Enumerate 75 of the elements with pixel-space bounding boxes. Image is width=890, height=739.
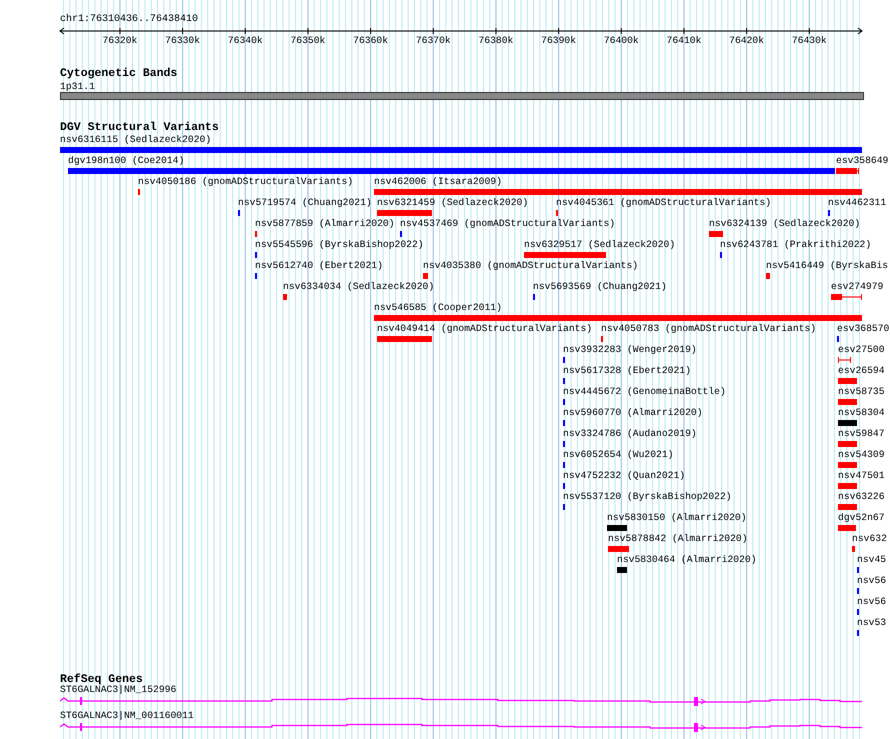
feature-bar[interactable] bbox=[836, 168, 859, 174]
track-title: RefSeq Genes bbox=[60, 673, 143, 686]
feature-label: nsv5830464 (Almarri2020) bbox=[617, 554, 757, 565]
feature-bar[interactable] bbox=[831, 294, 862, 300]
feature-label: nsv59847 bbox=[838, 428, 885, 439]
feature-label: nsv5877859 (Almarri2020) bbox=[255, 218, 395, 229]
feature-label: nsv6329517 (Sedlazeck2020) bbox=[524, 239, 676, 250]
feature-label: nsv4045361 (gnomADStructuralVariants) bbox=[556, 197, 772, 208]
feature-label: esv368570 bbox=[837, 323, 890, 334]
track-title: DGV Structural Variants bbox=[60, 121, 219, 134]
feature-label: nsv6334034 (Sedlazeck2020) bbox=[283, 281, 434, 292]
feature-label: nsv63226 bbox=[838, 491, 885, 502]
feature-label: nsv6243781 (Prakrithi2022) bbox=[720, 239, 872, 250]
feature-label: nsv4050783 (gnomADStructuralVariants) bbox=[601, 323, 816, 334]
feature-label: nsv53 bbox=[857, 617, 886, 628]
feature-label: nsv45 bbox=[857, 554, 886, 565]
feature-label: nsv4050186 (gnomADStructuralVariants) bbox=[138, 176, 354, 187]
feature-label: nsv5960770 (Almarri2020) bbox=[563, 407, 703, 418]
gene-model-drawing[interactable] bbox=[60, 694, 862, 706]
track-title: Cytogenetic Bands bbox=[60, 67, 178, 80]
gene-model-drawing[interactable] bbox=[60, 720, 862, 732]
feature-label: nsv4445672 (GenomeinaBottle) bbox=[563, 386, 726, 397]
feature-label: nsv47501 bbox=[838, 470, 885, 481]
feature-label: nsv5878842 (Almarri2020) bbox=[608, 533, 748, 544]
feature-label: nsv4049414 (gnomADStructuralVariants) bbox=[377, 323, 592, 334]
feature-label: dgv52n67 bbox=[838, 512, 885, 523]
tick-label: 76340k bbox=[226, 35, 264, 46]
tick-label: 76400k bbox=[602, 35, 640, 46]
feature-label: nsv56 bbox=[857, 596, 886, 607]
feature-label: nsv632 bbox=[852, 533, 887, 544]
feature-label: nsv5617328 (Ebert2021) bbox=[563, 365, 691, 376]
feature-label: nsv5612740 (Ebert2021) bbox=[255, 260, 383, 271]
feature-label: nsv5416449 (ByrskaBis bbox=[766, 260, 888, 271]
chromosome-band[interactable] bbox=[60, 92, 864, 100]
feature-label: nsv56 bbox=[857, 575, 886, 586]
band-label: 1p31.1 bbox=[60, 81, 95, 92]
tick-label: 76350k bbox=[289, 35, 326, 46]
feature-label: nsv58735 bbox=[838, 386, 885, 397]
feature-label: nsv6324139 (Sedlazeck2020) bbox=[709, 218, 860, 229]
feature-label: nsv5693569 (Chuang2021) bbox=[533, 281, 667, 292]
feature-label: nsv58304 bbox=[838, 407, 885, 418]
tick-label: 76330k bbox=[164, 35, 202, 46]
feature-label: nsv5719574 (Chuang2021) bbox=[238, 197, 372, 208]
feature-label: esv358649 bbox=[836, 155, 888, 166]
gene-label: ST6GALNAC3|NM_001160011 bbox=[60, 710, 194, 721]
tick-label: 76370k bbox=[414, 35, 452, 46]
feature-label: nsv5830150 (Almarri2020) bbox=[607, 512, 747, 523]
feature-label: dgv198n100 (Coe2014) bbox=[68, 155, 184, 166]
tick-label: 76320k bbox=[101, 35, 138, 46]
tick-label: 76360k bbox=[352, 35, 390, 46]
feature-label: nsv546585 (Cooper2011) bbox=[374, 302, 502, 313]
location-label: chr1:76310436..76438410 bbox=[60, 14, 198, 26]
gene-label: ST6GALNAC3|NM_152996 bbox=[60, 684, 176, 695]
tick-label: 76430k bbox=[790, 35, 828, 46]
feature-label: nsv4752232 (Quan2021) bbox=[563, 470, 686, 481]
feature-label: nsv4462311 bbox=[828, 197, 886, 208]
feature-bar[interactable] bbox=[838, 357, 851, 363]
feature-label: nsv3932283 (Wenger2019) bbox=[563, 344, 697, 355]
tick-label: 76410k bbox=[666, 35, 702, 46]
feature-label: nsv54309 bbox=[838, 449, 885, 460]
feature-label: nsv6316115 (Sedlazeck2020) bbox=[60, 134, 212, 145]
tick-label: 76420k bbox=[728, 35, 766, 46]
feature-label: esv274979 bbox=[831, 281, 884, 292]
tick-label: 76380k bbox=[477, 35, 514, 46]
feature-label: esv26594 bbox=[838, 365, 885, 376]
feature-label: nsv6052654 (Wu2021) bbox=[563, 449, 674, 460]
feature-label: nsv4537469 (gnomADStructuralVariants) bbox=[400, 218, 616, 229]
feature-label: nsv462006 (Itsara2009) bbox=[374, 176, 502, 187]
feature-label: esv27500 bbox=[838, 344, 885, 355]
feature-label: nsv5545596 (ByrskaBishop2022) bbox=[255, 239, 424, 250]
feature-label: nsv5537120 (ByrskaBishop2022) bbox=[563, 491, 732, 502]
feature-label: nsv6321459 (Sedlazeck2020) bbox=[377, 197, 528, 208]
tick-label: 76390k bbox=[540, 35, 578, 46]
feature-label: nsv4035380 (gnomADStructuralVariants) bbox=[423, 260, 638, 271]
feature-label: nsv3324786 (Audano2019) bbox=[563, 428, 697, 439]
